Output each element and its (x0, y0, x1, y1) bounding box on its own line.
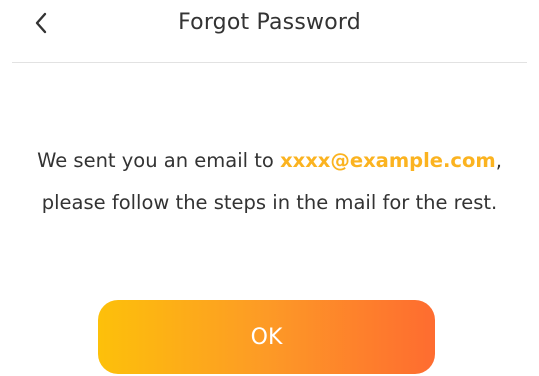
message-line-1: We sent you an email to xxxx@example.com… (0, 140, 539, 182)
ok-button[interactable]: OK (98, 300, 435, 374)
message-suffix: , (495, 149, 502, 172)
message-line-2: please follow the steps in the mail for … (41, 191, 498, 214)
app-header: Forgot Password (0, 0, 539, 62)
confirmation-message: We sent you an email to xxxx@example.com… (0, 140, 539, 224)
email-address: xxxx@example.com (280, 149, 496, 172)
message-prefix: We sent you an email to (37, 149, 281, 172)
page-title: Forgot Password (178, 10, 361, 35)
header-divider (12, 62, 527, 63)
